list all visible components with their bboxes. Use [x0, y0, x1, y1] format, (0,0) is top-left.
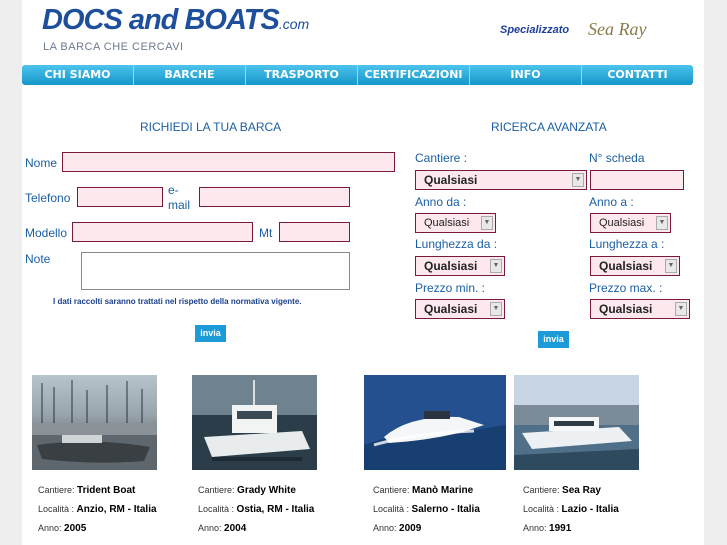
mt-label: Mt [259, 226, 273, 240]
prezzo-min-select[interactable]: Qualsiasi ▼ [415, 299, 505, 319]
nome-input[interactable] [62, 152, 395, 172]
prezzo-max-label: Prezzo max. : [589, 281, 663, 295]
anno-field-label: Anno: [523, 523, 547, 533]
email-input[interactable] [199, 187, 350, 207]
anno-a-label: Anno a : [589, 195, 634, 209]
listing-anno: 2009 [399, 523, 422, 534]
lunghezza-a-label: Lunghezza a : [589, 237, 665, 251]
prezzo-min-label: Prezzo min. : [415, 281, 486, 295]
cantiere-select-value: Qualsiasi [424, 173, 478, 187]
scheda-input[interactable] [590, 170, 684, 190]
telefono-input[interactable] [77, 187, 163, 207]
listing-cantiere: Manò Marine [412, 485, 474, 496]
listing-photo-3[interactable] [364, 375, 506, 470]
listing-photo-2[interactable] [192, 375, 317, 470]
anno-field-label: Anno: [38, 523, 62, 533]
boat-photo-image [514, 375, 639, 470]
chevron-down-icon: ▼ [675, 302, 687, 316]
listing-anno: 2004 [224, 523, 247, 534]
anno-field-label: Anno: [198, 523, 222, 533]
localita-field-label: Località : [373, 504, 410, 514]
lunghezza-a-select-value: Qualsiasi [599, 259, 653, 273]
anno-field-label: Anno: [373, 523, 397, 533]
anno-da-select-value: Qualsiasi [424, 217, 470, 229]
cantiere-field-label: Cantiere: [523, 485, 560, 495]
nav-barche[interactable]: BARCHE [134, 65, 246, 85]
lunghezza-a-select[interactable]: Qualsiasi ▼ [590, 256, 680, 276]
cantiere-field-label: Cantiere: [38, 485, 75, 495]
cantiere-select[interactable]: Qualsiasi ▼ [415, 170, 587, 190]
prezzo-max-select[interactable]: Qualsiasi ▼ [590, 299, 690, 319]
mt-input[interactable] [279, 222, 350, 242]
listing-info-4: Cantiere: Sea Ray Località : Lazio - Ita… [523, 481, 619, 538]
nome-label: Nome [25, 156, 58, 170]
advanced-search-title: RICERCA AVANZATA [491, 120, 607, 134]
lunghezza-da-select-value: Qualsiasi [424, 259, 478, 273]
main-nav: CHI SIAMO BARCHE TRASPORTO CERTIFICAZION… [22, 65, 693, 85]
cantiere-label: Cantiere : [415, 151, 468, 165]
note-textarea[interactable] [81, 252, 350, 290]
chevron-down-icon: ▼ [665, 259, 677, 273]
site-logo[interactable]: DOCS and BOATS.com [42, 4, 309, 37]
nav-chi-siamo[interactable]: CHI SIAMO [22, 65, 134, 85]
specializzato-label: Specializzato [500, 24, 570, 36]
anno-da-select[interactable]: Qualsiasi ▼ [415, 213, 496, 233]
boat-photo-image [192, 375, 317, 470]
anno-a-select[interactable]: Qualsiasi ▼ [590, 213, 671, 233]
listing-localita: Salerno - Italia [411, 504, 480, 515]
nav-certificazioni[interactable]: CERTIFICAZIONI [358, 65, 470, 85]
modello-input[interactable] [72, 222, 253, 242]
chevron-down-icon: ▼ [490, 302, 502, 316]
privacy-notice: I dati raccolti saranno trattati nel ris… [53, 297, 302, 306]
listing-cantiere: Grady White [237, 485, 296, 496]
listing-photo-4[interactable] [514, 375, 639, 470]
anno-da-label: Anno da : [415, 195, 467, 209]
cantiere-field-label: Cantiere: [373, 485, 410, 495]
modello-label: Modello [25, 226, 68, 240]
email-label: e-mail [168, 183, 191, 212]
nav-trasporto[interactable]: TRASPORTO [246, 65, 358, 85]
listing-anno: 1991 [549, 523, 572, 534]
chevron-down-icon: ▼ [490, 259, 502, 273]
cantiere-field-label: Cantiere: [198, 485, 235, 495]
boat-photo-image [364, 375, 506, 470]
telefono-label: Telefono [25, 191, 71, 205]
anno-a-select-value: Qualsiasi [599, 217, 645, 229]
chevron-down-icon: ▼ [572, 173, 584, 187]
listing-info-3: Cantiere: Manò Marine Località : Salerno… [373, 481, 480, 538]
chevron-down-icon: ▼ [481, 216, 493, 230]
prezzo-max-select-value: Qualsiasi [599, 302, 653, 316]
chevron-down-icon: ▼ [656, 216, 668, 230]
listing-cantiere: Sea Ray [562, 485, 601, 496]
listing-photo-1[interactable] [32, 375, 157, 470]
scheda-label: N° scheda [589, 151, 645, 165]
listing-cantiere: Trident Boat [77, 485, 136, 496]
prezzo-min-select-value: Qualsiasi [424, 302, 478, 316]
logo-text: DOCS and BOATS [42, 4, 280, 36]
note-label: Note [25, 252, 51, 266]
gallery-top-strip [399, 352, 704, 359]
listing-localita: Anzio, RM - Italia [76, 504, 157, 515]
boat-photo-image [32, 380, 157, 470]
request-submit-button[interactable]: invia [195, 325, 226, 342]
nav-info[interactable]: INFO [470, 65, 582, 85]
listing-info-2: Cantiere: Grady White Località : Ostia, … [198, 481, 314, 538]
nav-contatti[interactable]: CONTATTI [582, 65, 693, 85]
listing-localita: Ostia, RM - Italia [236, 504, 315, 515]
localita-field-label: Località : [198, 504, 235, 514]
localita-field-label: Località : [523, 504, 560, 514]
sea-ray-logo[interactable]: Sea Ray [588, 19, 646, 40]
tagline: LA BARCA CHE CERCAVI [43, 41, 184, 53]
lunghezza-da-select[interactable]: Qualsiasi ▼ [415, 256, 505, 276]
search-submit-button[interactable]: invia [538, 331, 569, 348]
logo-suffix: .com [278, 16, 310, 32]
localita-field-label: Località : [38, 504, 75, 514]
request-form-title: RICHIEDI LA TUA BARCA [140, 120, 282, 134]
lunghezza-da-label: Lunghezza da : [415, 237, 498, 251]
listing-info-1: Cantiere: Trident Boat Località : Anzio,… [38, 481, 157, 538]
listing-localita: Lazio - Italia [561, 504, 619, 515]
listing-anno: 2005 [64, 523, 87, 534]
